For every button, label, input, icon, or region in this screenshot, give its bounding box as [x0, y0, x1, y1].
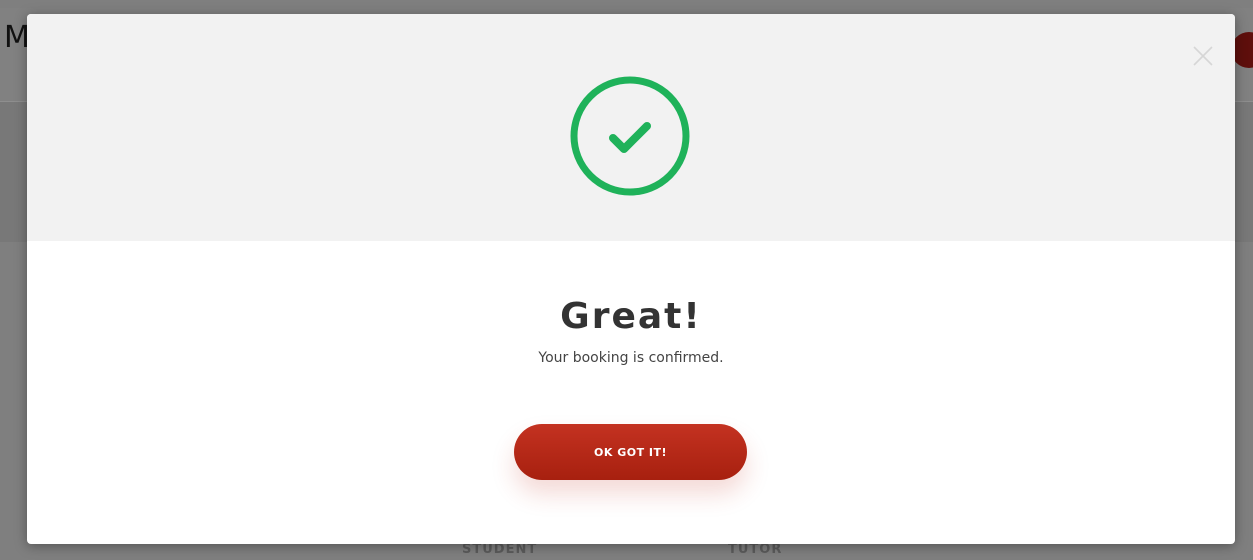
modal-header-panel [27, 14, 1235, 241]
close-button[interactable] [1191, 44, 1215, 68]
close-icon [1193, 46, 1213, 66]
check-circle-icon [569, 75, 691, 197]
background-logo: M [4, 20, 30, 55]
ok-got-it-button[interactable]: OK GOT IT! [514, 424, 747, 480]
background-column-student: STUDENT [462, 542, 538, 557]
background-column-tutor: TUTOR [728, 542, 783, 557]
confirmation-modal: Great! Your booking is confirmed. OK GOT… [27, 14, 1235, 544]
modal-title: Great! [560, 296, 702, 337]
modal-message: Your booking is confirmed. [538, 350, 724, 366]
